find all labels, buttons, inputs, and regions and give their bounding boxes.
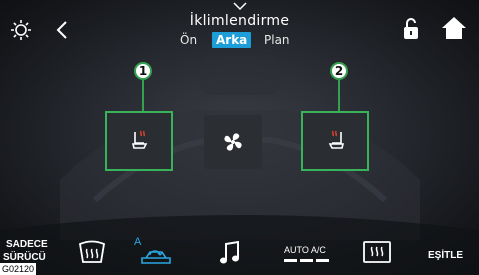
callout-leader-2 [338,80,340,112]
rear-left-seat-heat-button[interactable] [105,111,173,171]
callout-2: 2 [330,62,348,80]
auto-ac-button[interactable]: AUTO A/C [284,245,334,267]
ac-level-bar-2 [300,259,313,262]
heated-seat-icon [328,130,345,149]
zone-tabs: Ön Arka Plan [176,32,306,48]
unlocked-padlock-icon[interactable] [402,17,420,41]
rear-right-seat-heat-button[interactable] [301,111,369,171]
driver-only-label-line2: SÜRÜCÜ [3,252,46,263]
climate-screen: İklimlendirme Ön Arka Plan 1 2 SADECE SÜ… [0,0,479,275]
fan-icon [224,133,242,151]
callout-leader-1 [142,80,144,112]
rear-fan-button[interactable] [204,115,262,169]
tab-front[interactable]: Ön [176,32,201,48]
driver-only-label-line1: SADECE [6,239,48,250]
chevron-down-icon[interactable] [233,2,247,10]
auto-ac-label: AUTO A/C [284,245,326,255]
front-defrost-icon[interactable] [77,240,107,268]
heated-seat-icon [131,130,148,149]
driver-only-button[interactable]: SADECE SÜRÜCÜ [3,239,53,265]
home-icon[interactable] [441,15,467,41]
auto-recirculation-button[interactable]: A [134,236,176,268]
figure-code: G02120 [0,263,37,275]
sync-button[interactable]: EŞİTLE [428,250,463,261]
rear-defrost-icon[interactable] [362,240,392,266]
callout-1: 1 [134,62,152,80]
music-note-icon[interactable] [219,240,241,266]
tab-plan[interactable]: Plan [260,32,294,48]
tab-rear[interactable]: Arka [212,32,252,48]
ac-level-bar-3 [316,259,329,262]
ac-level-bar-1 [284,259,297,262]
auto-air-recirculation-icon [141,250,171,264]
